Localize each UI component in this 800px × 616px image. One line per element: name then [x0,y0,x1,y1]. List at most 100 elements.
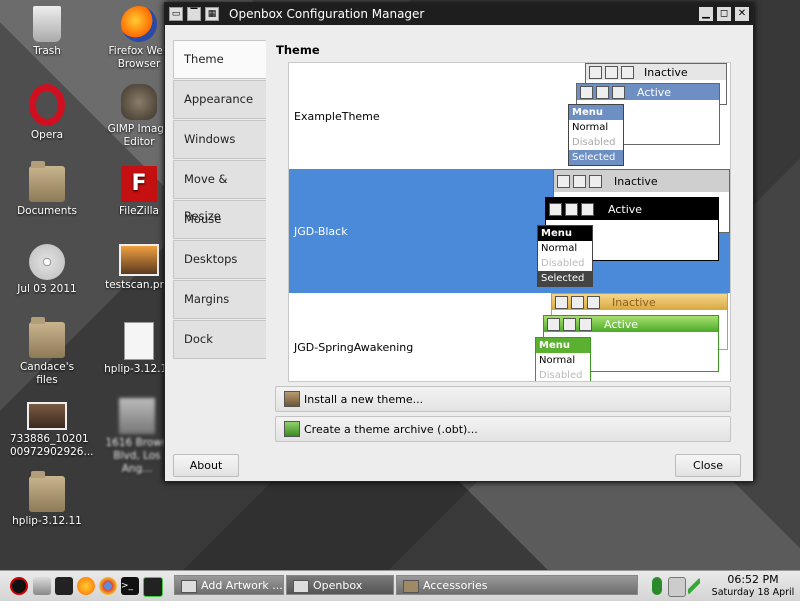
preview-menu-title: Menu [536,338,590,353]
desktop-icon-label: Firefox Web Browser [108,45,170,70]
maximize-icon[interactable]: ◻ [717,7,731,21]
install-icon [284,391,300,407]
desktop-icon-photo[interactable]: 733886_10201 00972902926... [10,402,94,459]
desktop-icon-trash[interactable]: Trash [10,6,84,58]
opera-icon [29,84,65,126]
tab-desktops[interactable]: Desktops [173,240,266,279]
desktop-icon-hplip-folder[interactable]: hplip-3.12.11 [10,471,84,528]
shade-icon [573,174,586,188]
task-label: Add Artwork ... [201,579,283,592]
photo-icon [27,402,67,430]
task-accessories[interactable]: Accessories [396,575,638,595]
preview-menu: Menu Normal Disabled Selected [537,225,593,287]
terminal-icon[interactable]: >_ [121,577,139,595]
all-desktops-icon [581,202,594,216]
window-title: Openbox Configuration Manager [229,7,425,21]
theme-name: JGD-Black [294,225,348,238]
desktop-icon-label: testscan.png [105,279,173,291]
theme-row-jgd-black[interactable]: JGD-Black Inactive Active Menu Normal Di… [289,169,730,293]
preview-menu-title: Menu [538,226,592,241]
install-theme-label: Install a new theme... [304,392,424,406]
taskbar: >_ Add Artwork ... Openbox Con... Access… [0,570,800,612]
tab-dock[interactable]: Dock [173,320,266,359]
folder-icon [29,317,65,358]
preview-inactive-label: Inactive [644,65,688,79]
folder-icon [29,161,65,202]
window-icon [293,580,309,593]
task-label: Accessories [423,579,488,592]
desktop-icon-label: Documents [17,205,77,217]
tab-mouse[interactable]: Mouse [173,200,266,239]
archive-icon [284,421,300,437]
tab-margins[interactable]: Margins [173,280,266,319]
pen-icon[interactable] [688,577,700,595]
preview-menu-item: Normal [539,355,576,366]
desktop-icon-label: Candace's files [19,361,75,386]
disc-icon [29,244,65,280]
preview-menu-item: Disabled [541,258,585,269]
category-tabs: Theme Appearance Windows Move & Resize M… [173,40,266,360]
network-icon[interactable] [668,577,686,597]
desktop-icon-label: 733886_10201 00972902926... [10,433,94,458]
close-icon[interactable]: ✕ [735,7,749,21]
preview-active-label: Active [637,85,672,99]
all-desktops-icon [589,174,602,188]
folder-icon [403,580,419,593]
theme-row-spring[interactable]: JGD-SpringAwakening Inactive Active Menu… [289,293,730,381]
window-menu-icon[interactable]: ▭ [169,7,183,21]
task-add-artwork[interactable]: Add Artwork ... [174,575,284,595]
start-menu-icon[interactable] [10,577,28,595]
shade-icon[interactable]: ▔ [187,7,201,21]
window-menu-icon [589,65,602,79]
all-desktops-icon[interactable]: ▦ [205,7,219,21]
window-menu-icon [580,85,593,99]
folder-icon [29,471,65,512]
shade-icon [605,65,618,79]
tab-move-resize[interactable]: Move & Resize [173,160,266,223]
desktop-icon-label: FileZilla [119,205,159,217]
window-titlebar[interactable]: ▭ ▔ ▦ Openbox Configuration Manager ▁ ◻ … [165,3,753,25]
preview-menu: Menu Normal Disabled Selected [568,104,624,166]
window-menu-icon [555,295,568,309]
bluetooth-icon[interactable] [652,577,662,595]
tab-windows[interactable]: Windows [173,120,266,159]
task-openbox-config[interactable]: Openbox Con... [286,575,394,612]
desktop-icon-opera[interactable]: Opera [10,84,84,142]
preview-menu-item: Disabled [572,137,616,148]
close-button[interactable]: Close [675,454,741,477]
firefox-icon[interactable] [77,577,95,595]
all-desktops-icon [587,295,600,309]
document-icon [124,322,154,360]
minimize-icon[interactable]: ▁ [699,7,713,21]
all-desktops-icon [579,317,592,331]
desktop-icon-label: Jul 03 2011 [17,283,77,295]
window-menu-icon [549,202,562,216]
system-monitor-icon[interactable] [143,577,163,597]
gimp-icon [121,84,157,120]
chromium-icon[interactable] [99,577,117,595]
desktop-icon-disc[interactable]: Jul 03 2011 [10,244,84,296]
preview-menu-item: Normal [541,243,578,254]
trash-icon [33,6,61,42]
shade-icon [563,317,576,331]
create-archive-label: Create a theme archive (.obt)... [304,422,478,436]
desktop-icon-candace[interactable]: Candace's files [10,317,84,387]
task-label: Openbox Con... [313,579,363,612]
create-archive-button[interactable]: Create a theme archive (.obt)... [275,416,731,442]
tab-appearance[interactable]: Appearance [173,80,266,119]
show-desktop-icon[interactable] [55,577,73,595]
tab-theme[interactable]: Theme [173,40,266,79]
desktop-icon-label: Trash [33,45,61,57]
preview-menu-item: Normal [572,122,609,133]
about-button[interactable]: About [173,454,239,477]
preview-active-label: Active [608,202,643,216]
clock[interactable]: 06:52 PM Saturday 18 April [710,573,796,599]
desktop-icon-documents[interactable]: Documents [10,161,84,218]
file-manager-icon[interactable] [33,577,51,595]
preview-menu-item: Disabled [539,370,583,381]
theme-list[interactable]: ExampleTheme Inactive Active Menu Normal… [288,62,731,382]
install-theme-button[interactable]: Install a new theme... [275,386,731,412]
blurred-icon [119,398,155,434]
preview-inactive-label: Inactive [614,174,658,188]
desktop-icon-blurred[interactable]: 1616 Brown Blvd, Los Ang... [100,398,174,476]
